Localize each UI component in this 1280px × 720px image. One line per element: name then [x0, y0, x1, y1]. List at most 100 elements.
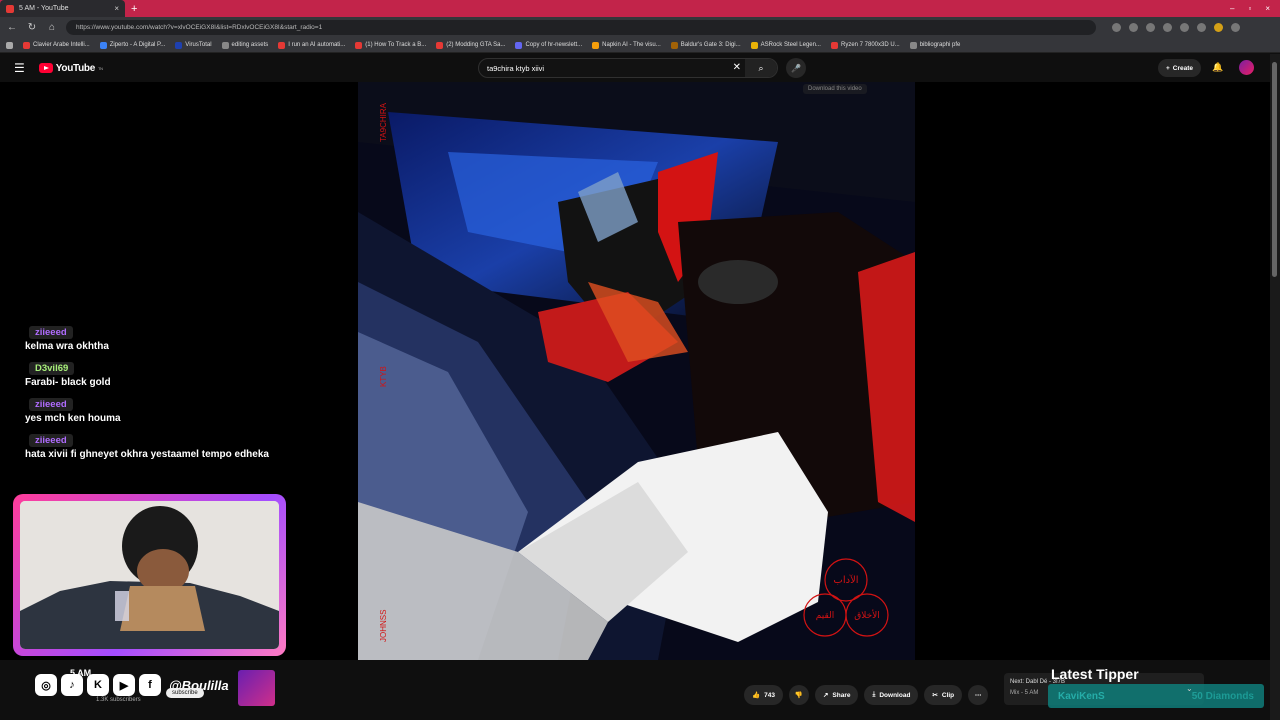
chat-message: ziieeed hata xivii fi ghneyet okhra yesta… [25, 430, 285, 460]
share-label: Share [832, 691, 851, 699]
bookmark-item[interactable]: Clavier Arabe Intelli... [23, 41, 90, 49]
bookmark-favicon-icon [592, 41, 600, 49]
bookmark-item[interactable]: ASRock Steel Legen... [750, 41, 821, 49]
stream-chat: ziieeed kelma wra okhtha D3vil69 Farabi- bl… [25, 322, 285, 466]
bookmark-item[interactable]: (1) How To Track a B... [355, 41, 426, 49]
share-button[interactable]: ↗ Share [814, 685, 859, 705]
bookmark-item[interactable]: Copy of hr-newslett... [515, 41, 583, 49]
subscribe-button[interactable]: subscribe [166, 688, 204, 698]
back-icon[interactable]: ← [6, 22, 18, 33]
chat-message: D3vil69 Farabi- black gold [25, 358, 285, 388]
search-input[interactable]: ta9chira ktyb xiivi [487, 64, 544, 73]
bookmark-item[interactable]: VirusTotal [175, 41, 212, 49]
download-button[interactable]: ⤓ Download [864, 685, 919, 705]
webcam-frame [13, 494, 286, 656]
chat-text: hata xivii fi ghneyet okhra yestaamel te… [25, 449, 269, 460]
chat-username: ziieeed [29, 434, 73, 447]
bookmark-item[interactable]: bibliographi pfe [909, 41, 961, 49]
bookmark-favicon-icon [355, 41, 363, 49]
bookmark-label: bibliographi pfe [919, 42, 961, 48]
facebook-icon[interactable]: f [139, 674, 161, 696]
instagram-icon[interactable]: ◎ [35, 674, 57, 696]
close-window-button[interactable]: × [1265, 4, 1270, 13]
tipper-name: KaviKenS [1058, 690, 1105, 702]
youtube-icon[interactable]: ▶ [113, 674, 135, 696]
maximize-button[interactable]: ▫ [1248, 4, 1251, 13]
download-tooltip[interactable]: Download this video [803, 84, 867, 94]
new-tab-button[interactable]: + [131, 3, 137, 15]
browser-tab[interactable]: 5 AM - YouTube × [0, 0, 125, 17]
like-count: 743 [764, 691, 775, 699]
bookmark-item[interactable]: Ryzen 7 7800x3D U... [830, 41, 900, 49]
menu-dots-icon[interactable] [1231, 23, 1240, 32]
tab-close-icon[interactable]: × [114, 4, 119, 13]
clip-label: Clip [941, 691, 955, 699]
bookmark-favicon-icon [278, 41, 286, 49]
bookmark-item[interactable]: Baldur's Gate 3: Digi... [670, 41, 741, 49]
account-avatar[interactable] [1239, 60, 1254, 75]
latest-tipper-title: Latest Tipper [1051, 666, 1139, 682]
extension-icon[interactable] [1163, 23, 1172, 32]
create-button[interactable]: + Create [1158, 59, 1202, 77]
cover-title-text: TA9CHIRA [379, 102, 388, 142]
extension-icon[interactable] [1197, 23, 1206, 32]
like-icon: 👍 [752, 692, 761, 699]
bookmark-item[interactable]: I run an AI automati... [278, 41, 346, 49]
chevron-down-icon[interactable]: ⌄ [1186, 684, 1193, 693]
kick-icon[interactable]: K [87, 674, 109, 696]
arabic-word-2: الأخلاق [854, 609, 880, 621]
bookmark-favicon-icon [23, 41, 30, 49]
search-box[interactable]: ta9chira ktyb xiivi ✕ ⌕ [478, 58, 778, 78]
clear-icon[interactable]: ✕ [733, 62, 741, 73]
scrollbar-thumb[interactable] [1272, 62, 1277, 277]
browser-titlebar: 5 AM - YouTube × + – ▫ × [0, 0, 1280, 17]
extension-icon[interactable] [1146, 23, 1155, 32]
download-label: Download [879, 691, 911, 699]
bookmark-label: editing assets [231, 42, 269, 48]
profile-icon[interactable] [1214, 23, 1223, 32]
apps-icon[interactable] [6, 41, 13, 49]
bookmark-item[interactable]: (2) Modding GTA Sa... [436, 41, 505, 49]
url-field[interactable]: https://www.youtube.com/watch?v=xlvOCEiG… [66, 20, 1096, 35]
extension-icon[interactable] [1180, 23, 1189, 32]
clip-button[interactable]: ✂ Clip [924, 685, 963, 705]
bookmark-item[interactable]: Ziperto - A Digital P... [99, 41, 165, 49]
extension-icon[interactable] [1112, 23, 1121, 32]
dislike-icon: 👎 [794, 692, 803, 699]
dislike-button[interactable]: 👎 [788, 685, 809, 705]
url-text: https://www.youtube.com/watch?v=xlvOCEiG… [76, 24, 323, 31]
bookmark-label: VirusTotal [185, 42, 212, 48]
arabic-word-3: القيم [816, 611, 835, 621]
webcam-feed [20, 501, 279, 649]
chat-text: yes mch ken houma [25, 413, 121, 424]
mic-icon[interactable]: 🎤 [786, 58, 806, 78]
bookmark-label: I run an AI automati... [288, 42, 346, 48]
bookmark-label: Ryzen 7 7800x3D U... [840, 42, 900, 48]
bookmark-favicon-icon [436, 41, 444, 49]
bookmark-item[interactable]: Napkin AI - The visu... [592, 41, 661, 49]
bookmark-favicon-icon [830, 41, 838, 49]
bookmark-favicon-icon [670, 41, 678, 49]
search-icon[interactable]: ⌕ [745, 59, 777, 77]
like-button[interactable]: 👍 743 [744, 685, 783, 705]
minimize-button[interactable]: – [1230, 4, 1234, 13]
extension-icon[interactable] [1129, 23, 1138, 32]
download-icon: ⤓ [872, 691, 876, 698]
chat-text: kelma wra okhtha [25, 341, 109, 352]
address-bar-row: ← ↻ ⌂ https://www.youtube.com/watch?v=xl… [0, 17, 1280, 38]
bell-icon[interactable]: 🔔 [1212, 62, 1223, 73]
youtube-logo[interactable]: YouTube TN [38, 63, 103, 74]
bookmark-favicon-icon [99, 41, 107, 49]
more-button[interactable]: ⋯ [968, 685, 989, 705]
home-icon[interactable]: ⌂ [46, 22, 58, 33]
plus-icon: + [1166, 64, 1170, 72]
menu-icon[interactable]: ☰ [14, 61, 25, 75]
bookmark-label: Copy of hr-newslett... [525, 42, 583, 48]
extensions-area [1112, 23, 1240, 32]
reload-icon[interactable]: ↻ [26, 22, 38, 33]
bookmark-item[interactable]: editing assets [221, 41, 269, 49]
clip-icon: ✂ [932, 692, 938, 699]
bookmark-label: Napkin AI - The visu... [602, 42, 661, 48]
tiktok-icon[interactable]: ♪ [61, 674, 83, 696]
page-scrollbar[interactable] [1270, 54, 1280, 720]
